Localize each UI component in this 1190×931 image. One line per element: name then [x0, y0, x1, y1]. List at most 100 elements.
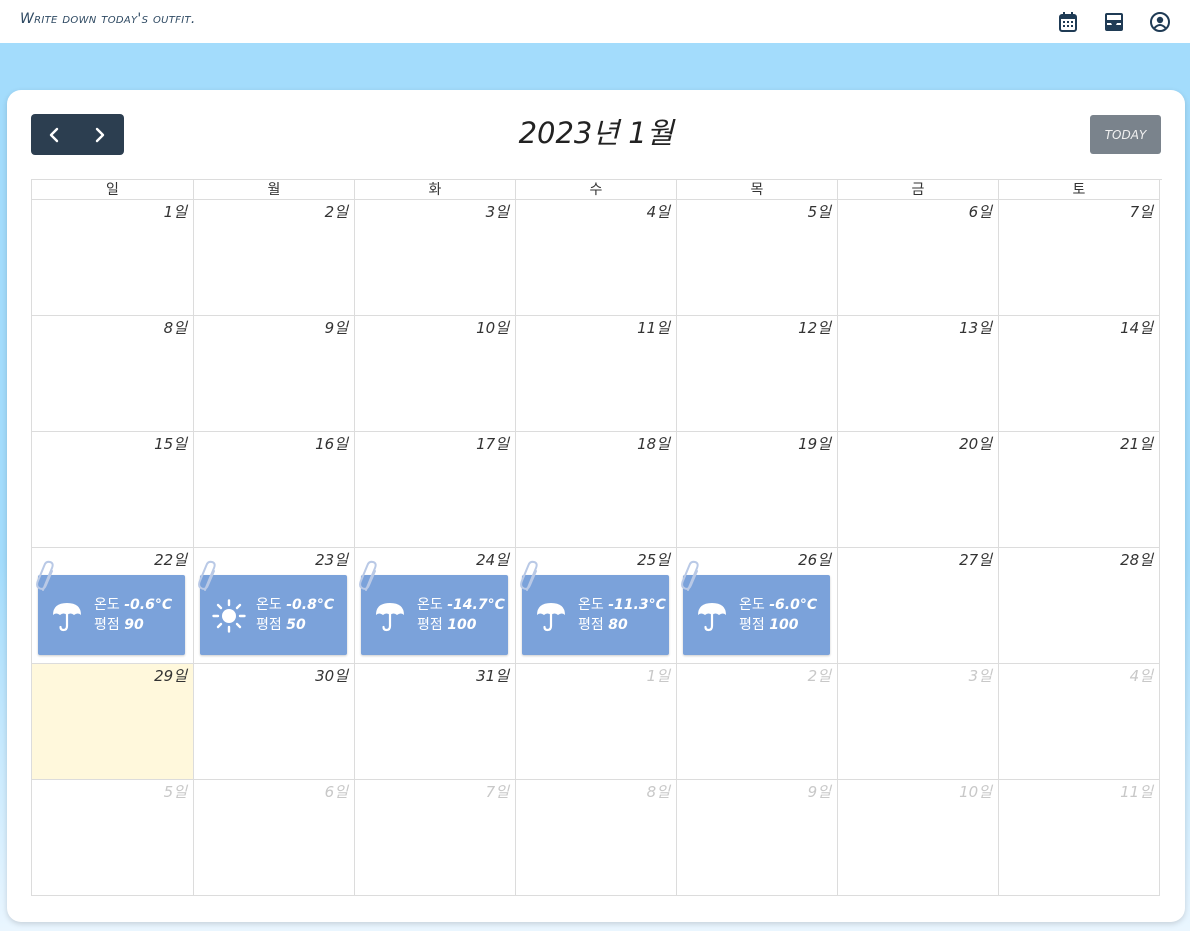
day-cell[interactable]: 6일	[194, 780, 355, 896]
day-cell[interactable]: 1일	[32, 200, 194, 316]
outfit-entry-text: 온도 -14.7°C 평점 100	[417, 595, 505, 635]
day-number: 7일	[1129, 203, 1153, 221]
day-number: 9일	[807, 783, 831, 801]
day-cell[interactable]: 19일	[677, 432, 838, 548]
calendar-grid: 일월화수목금토 1일 2일 3일 4일 5일 6일 7일 8일 9일 10일 11일 12일 13일 14…	[31, 179, 1162, 896]
score-value: 100	[447, 617, 477, 633]
user-circle-icon[interactable]	[1148, 10, 1172, 34]
day-number: 20일	[959, 435, 992, 453]
outfit-entry-text: 온도 -11.3°C 평점 80	[578, 595, 666, 635]
day-number: 30일	[315, 667, 348, 685]
app-title[interactable]: Write down today's outfit.	[20, 11, 196, 27]
day-cell[interactable]: 4일	[999, 664, 1160, 780]
day-number: 11일	[637, 319, 670, 337]
day-cell[interactable]: 6일	[838, 200, 999, 316]
umbrella-icon	[534, 599, 568, 633]
day-cell[interactable]: 25일온도 -11.3°C 평점 80	[516, 548, 677, 664]
calendar-week-row: 15일 16일 17일 18일 19일 20일 21일	[32, 432, 1162, 548]
day-cell[interactable]: 26일 온도 -6.0°C 평점 100	[677, 548, 838, 664]
day-cell[interactable]: 22일 온도 -0.6°C 평점 90	[32, 548, 194, 664]
temp-value: -0.6°C	[124, 597, 173, 613]
day-cell[interactable]: 8일	[516, 780, 677, 896]
day-cell[interactable]: 21일	[999, 432, 1160, 548]
day-number: 11일	[1120, 783, 1153, 801]
day-cell[interactable]: 4일	[516, 200, 677, 316]
calendar-icon[interactable]	[1056, 10, 1080, 34]
day-cell[interactable]: 28일	[999, 548, 1160, 664]
day-cell[interactable]: 5일	[677, 200, 838, 316]
calendar-week-row: 29일 30일 31일 1일 2일 3일 4일	[32, 664, 1162, 780]
day-cell[interactable]: 8일	[32, 316, 194, 432]
inbox-icon[interactable]	[1102, 10, 1126, 34]
day-cell[interactable]: 9일	[194, 316, 355, 432]
day-number: 31일	[476, 667, 509, 685]
day-cell[interactable]: 10일	[355, 316, 516, 432]
score-value: 100	[769, 617, 799, 633]
calendar-week-row: 8일 9일 10일 11일 12일 13일 14일	[32, 316, 1162, 432]
calendar-title: 2023년 1월	[518, 116, 674, 150]
day-cell[interactable]: 13일	[838, 316, 999, 432]
outfit-entry-card[interactable]: 온도 -0.8°C 평점 50	[198, 560, 347, 655]
day-cell[interactable]: 27일	[838, 548, 999, 664]
day-cell[interactable]: 11일	[516, 316, 677, 432]
day-cell[interactable]: 7일	[999, 200, 1160, 316]
sun-icon	[212, 599, 246, 633]
today-button[interactable]: TODAY	[1090, 115, 1161, 154]
day-cell[interactable]: 9일	[677, 780, 838, 896]
weekday-label: 목	[677, 180, 838, 200]
day-cell[interactable]: 16일	[194, 432, 355, 548]
temp-value: -0.8°C	[286, 597, 335, 613]
day-number: 3일	[968, 667, 992, 685]
day-cell[interactable]: 23일 온도 -0.8°C 평점 50	[194, 548, 355, 664]
temp-label: 온도	[578, 597, 609, 613]
weekday-label: 금	[838, 180, 999, 200]
paperclip-icon	[520, 560, 542, 594]
day-cell[interactable]: 30일	[194, 664, 355, 780]
temp-label: 온도	[256, 597, 287, 613]
outfit-entry-card[interactable]: 온도 -14.7°C 평점 100	[359, 560, 508, 655]
day-number: 6일	[324, 783, 348, 801]
day-cell[interactable]: 2일	[677, 664, 838, 780]
day-cell[interactable]: 3일	[838, 664, 999, 780]
day-number: 27일	[959, 551, 992, 569]
day-number: 3일	[485, 203, 509, 221]
day-cell[interactable]: 3일	[355, 200, 516, 316]
day-number: 17일	[476, 435, 509, 453]
day-number: 29일	[154, 667, 187, 685]
day-cell[interactable]: 20일	[838, 432, 999, 548]
day-cell[interactable]: 14일	[999, 316, 1160, 432]
day-cell[interactable]: 5일	[32, 780, 194, 896]
day-number: 1일	[646, 667, 670, 685]
weekday-label: 화	[355, 180, 516, 200]
umbrella-icon	[50, 599, 84, 633]
day-number: 14일	[1120, 319, 1153, 337]
day-number: 10일	[476, 319, 509, 337]
score-value: 90	[124, 617, 144, 633]
day-cell[interactable]: 17일	[355, 432, 516, 548]
day-cell[interactable]: 7일	[355, 780, 516, 896]
score-value: 80	[608, 617, 628, 633]
day-cell[interactable]: 2일	[194, 200, 355, 316]
day-cell-today[interactable]: 29일	[32, 664, 194, 780]
day-number: 22일	[154, 551, 187, 569]
day-cell[interactable]: 24일 온도 -14.7°C 평점 100	[355, 548, 516, 664]
day-cell[interactable]: 18일	[516, 432, 677, 548]
day-cell[interactable]: 15일	[32, 432, 194, 548]
day-cell[interactable]: 10일	[838, 780, 999, 896]
temp-value: -11.3°C	[608, 597, 666, 613]
outfit-entry-card[interactable]: 온도 -0.6°C 평점 90	[36, 560, 185, 655]
day-number: 25일	[637, 551, 670, 569]
paperclip-icon	[36, 560, 58, 594]
day-cell[interactable]: 12일	[677, 316, 838, 432]
outfit-entry-card[interactable]: 온도 -6.0°C 평점 100	[681, 560, 830, 655]
day-number: 7일	[485, 783, 509, 801]
day-number: 28일	[1120, 551, 1153, 569]
day-cell[interactable]: 11일	[999, 780, 1160, 896]
day-cell[interactable]: 31일	[355, 664, 516, 780]
calendar-week-row: 1일 2일 3일 4일 5일 6일 7일	[32, 200, 1162, 316]
umbrella-icon	[695, 599, 729, 633]
day-number: 15일	[154, 435, 187, 453]
outfit-entry-card[interactable]: 온도 -11.3°C 평점 80	[520, 560, 669, 655]
day-number: 10일	[959, 783, 992, 801]
day-cell[interactable]: 1일	[516, 664, 677, 780]
